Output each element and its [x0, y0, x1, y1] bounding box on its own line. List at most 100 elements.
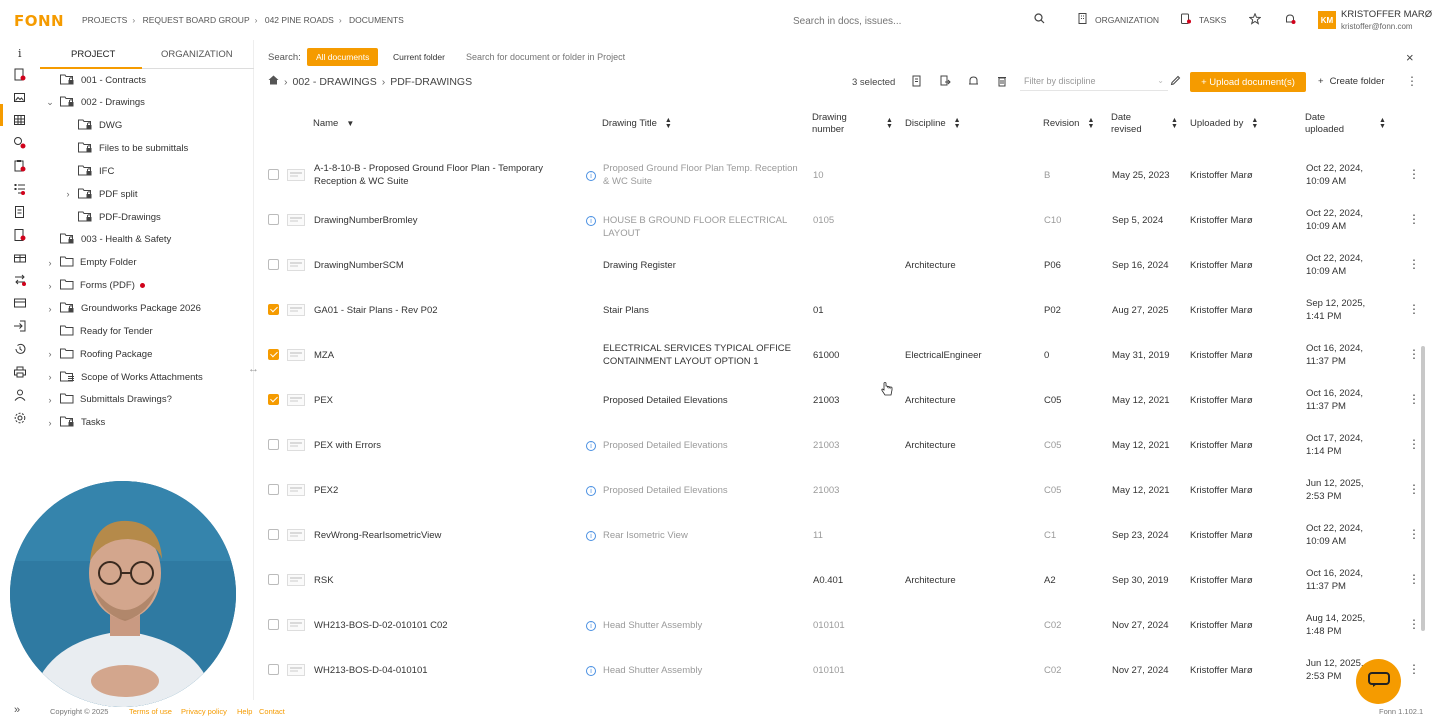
- chevron-right-icon[interactable]: ›: [44, 418, 56, 428]
- scrollbar[interactable]: [1421, 346, 1425, 631]
- row-more-icon[interactable]: ⋮: [1408, 212, 1420, 226]
- document-name[interactable]: WH213-BOS-D-02-010101 C02: [314, 619, 579, 632]
- create-folder-button[interactable]: + Create folder: [1318, 76, 1384, 87]
- fonn-logo[interactable]: FONN: [14, 12, 64, 30]
- column-header-revision[interactable]: Revision ▲ ▼: [1043, 108, 1094, 140]
- document-search-input[interactable]: [466, 49, 1346, 65]
- home-icon[interactable]: [268, 75, 279, 88]
- info-icon[interactable]: i: [586, 621, 596, 631]
- table-row[interactable]: WH213-BOS-D-04-010101 i Head Shutter Assem…: [258, 648, 1420, 693]
- column-header-number[interactable]: Drawing number ▲ ▼: [812, 108, 893, 140]
- row-checkbox[interactable]: [268, 484, 279, 495]
- chevron-right-icon[interactable]: ›: [44, 304, 56, 314]
- row-checkbox[interactable]: [268, 574, 279, 585]
- tree-item[interactable]: › Empty Folder: [44, 254, 137, 272]
- path-segment-pdf-drawings[interactable]: PDF-DRAWINGS: [390, 76, 472, 88]
- avatar[interactable]: KM: [1318, 11, 1336, 29]
- discipline-filter-select[interactable]: Filter by discipline ⌄: [1020, 73, 1168, 91]
- upload-documents-button[interactable]: + Upload document(s): [1190, 72, 1306, 92]
- document-name[interactable]: DrawingNumberSCM: [314, 259, 579, 272]
- column-header-date-uploaded[interactable]: Date uploaded ▲ ▼: [1305, 108, 1390, 140]
- history-icon[interactable]: [13, 342, 27, 356]
- chevron-right-icon[interactable]: ›: [44, 258, 56, 268]
- move-icon[interactable]: [940, 75, 951, 90]
- row-checkbox[interactable]: [268, 664, 279, 675]
- document-name[interactable]: WH213-BOS-D-04-010101: [314, 664, 579, 677]
- document-name[interactable]: RevWrong-RearIsometricView: [314, 529, 579, 542]
- column-header-uploaded-by[interactable]: Uploaded by ▲ ▼: [1190, 108, 1258, 140]
- edit-pencil-icon[interactable]: [1170, 75, 1181, 89]
- tree-item[interactable]: › Forms (PDF): [44, 277, 145, 295]
- row-more-icon[interactable]: ⋮: [1408, 257, 1420, 271]
- close-icon[interactable]: ×: [1406, 50, 1414, 65]
- row-more-icon[interactable]: ⋮: [1408, 302, 1420, 316]
- breadcrumb-group[interactable]: REQUEST BOARD GROUP: [143, 15, 250, 25]
- tree-item[interactable]: IFC: [62, 162, 114, 180]
- current-folder-button[interactable]: Current folder: [384, 48, 454, 66]
- tree-item[interactable]: DWG: [62, 117, 122, 135]
- document-icon[interactable]: [912, 75, 922, 90]
- checklist-icon[interactable]: [13, 182, 27, 196]
- info-icon[interactable]: i: [586, 441, 596, 451]
- document-name[interactable]: A-1-8-10-B - Proposed Ground Floor Plan …: [314, 162, 579, 188]
- chevron-right-icon[interactable]: ›: [62, 189, 74, 199]
- tree-item[interactable]: Files to be submittals: [62, 140, 188, 158]
- info-icon[interactable]: i: [13, 46, 27, 60]
- table-row[interactable]: RSK A0.401 Architecture A2 Sep 30, 2019 Krist…: [258, 558, 1420, 603]
- clipboard-icon[interactable]: [13, 159, 27, 173]
- chevron-right-icon[interactable]: ›: [44, 349, 56, 359]
- tree-item[interactable]: PDF-Drawings: [62, 208, 161, 226]
- table-row[interactable]: PEX2 i Proposed Detailed Elevations 21003 C0…: [258, 468, 1420, 513]
- form-icon[interactable]: [13, 228, 27, 242]
- row-more-icon[interactable]: ⋮: [1408, 347, 1420, 361]
- breadcrumb-projects[interactable]: PROJECTS: [82, 15, 127, 25]
- document-name[interactable]: GA01 - Stair Plans - Rev P02: [314, 304, 579, 317]
- row-more-icon[interactable]: ⋮: [1408, 617, 1420, 631]
- settings-icon[interactable]: [13, 411, 27, 425]
- tab-organization[interactable]: ORGANIZATION: [161, 49, 233, 60]
- table-row[interactable]: GA01 - Stair Plans - Rev P02 Stair Plans 0…: [258, 288, 1420, 333]
- breadcrumb-documents[interactable]: DOCUMENTS: [349, 15, 404, 25]
- documents-icon[interactable]: [13, 68, 27, 82]
- more-vertical-icon[interactable]: ⋮: [1406, 74, 1418, 88]
- row-checkbox[interactable]: [268, 439, 279, 450]
- star-icon[interactable]: [1248, 12, 1262, 28]
- user-name[interactable]: KRISTOFFER MARØ: [1341, 9, 1432, 20]
- table-row[interactable]: PEX Proposed Detailed Elevations 21003 Arch…: [258, 378, 1420, 423]
- table-row[interactable]: DrawingNumberBromley i HOUSE B GROUND FLOO…: [258, 198, 1420, 243]
- privacy-link[interactable]: Privacy policy: [181, 707, 227, 716]
- row-checkbox[interactable]: [268, 169, 279, 180]
- tasks-nav[interactable]: TASKS: [1181, 13, 1226, 26]
- tree-item[interactable]: 001 - Contracts: [44, 71, 146, 89]
- tree-item[interactable]: 003 - Health & Safety: [44, 231, 171, 249]
- row-checkbox[interactable]: [268, 304, 279, 315]
- row-more-icon[interactable]: ⋮: [1408, 167, 1420, 181]
- document-name[interactable]: MZA: [314, 349, 579, 362]
- row-more-icon[interactable]: ⋮: [1408, 482, 1420, 496]
- column-header-date-revised[interactable]: Date revised ▲ ▼: [1111, 108, 1181, 140]
- info-icon[interactable]: i: [586, 486, 596, 496]
- organization-nav[interactable]: ORGANIZATION: [1078, 13, 1159, 26]
- row-checkbox[interactable]: [268, 529, 279, 540]
- global-search-input[interactable]: [793, 13, 1043, 29]
- info-icon[interactable]: i: [586, 216, 596, 226]
- row-checkbox[interactable]: [268, 394, 279, 405]
- chevron-right-icon[interactable]: ›: [44, 395, 56, 405]
- trash-icon[interactable]: [997, 75, 1007, 90]
- tree-item[interactable]: › Roofing Package: [44, 345, 152, 363]
- table-row[interactable]: A-1-8-10-B - Proposed Ground Floor Plan …: [258, 153, 1420, 198]
- document-name[interactable]: PEX with Errors: [314, 439, 579, 452]
- issues-icon[interactable]: [13, 136, 27, 150]
- document-name[interactable]: PEX: [314, 394, 579, 407]
- table-row[interactable]: PEX with Errors i Proposed Detailed Elevat…: [258, 423, 1420, 468]
- report-icon[interactable]: [13, 205, 27, 219]
- row-checkbox[interactable]: [268, 349, 279, 360]
- tab-project[interactable]: PROJECT: [71, 49, 115, 60]
- transfer-icon[interactable]: [13, 273, 27, 287]
- row-more-icon[interactable]: ⋮: [1408, 572, 1420, 586]
- print-icon[interactable]: [13, 365, 27, 379]
- tree-item[interactable]: Ready for Tender: [44, 322, 153, 340]
- row-more-icon[interactable]: ⋮: [1408, 527, 1420, 541]
- card-icon[interactable]: [13, 296, 27, 310]
- row-more-icon[interactable]: ⋮: [1408, 662, 1420, 676]
